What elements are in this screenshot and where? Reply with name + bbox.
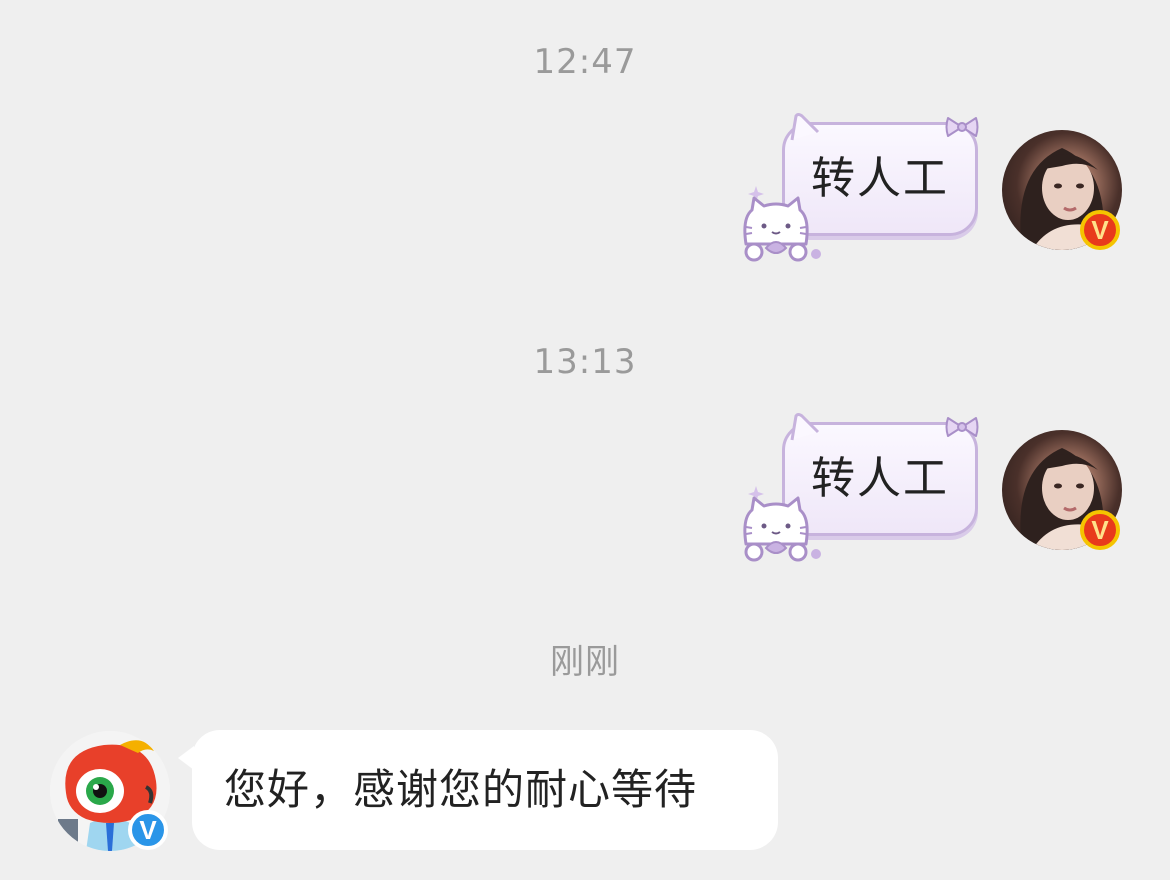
sent-message-bubble[interactable]: 转人工 [736, 112, 996, 262]
message-text: 转人工 [811, 453, 949, 504]
verified-badge-icon: V [128, 810, 168, 850]
message-text: 您好，感谢您的耐心等待 [224, 765, 698, 814]
timestamp: 12:47 [533, 42, 637, 82]
verified-badge-icon: V [1080, 510, 1120, 550]
message-text: 转人工 [811, 153, 949, 204]
timestamp: 刚刚 [550, 642, 620, 682]
verified-badge-icon: V [1080, 210, 1120, 250]
timestamp: 13:13 [533, 342, 637, 382]
received-message-bubble[interactable]: 您好，感谢您的耐心等待 [178, 730, 778, 850]
bubble-tail [178, 746, 194, 770]
sent-message-bubble[interactable]: 转人工 [736, 412, 996, 562]
